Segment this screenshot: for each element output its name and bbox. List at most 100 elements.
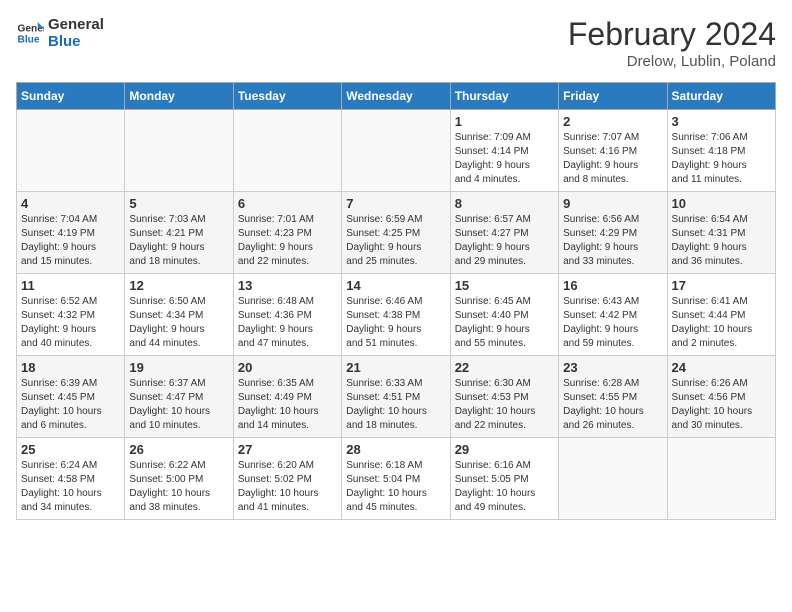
calendar-cell: 11 Sunrise: 6:52 AM Sunset: 4:32 PM Dayli…	[17, 274, 125, 356]
day-info: Sunrise: 6:30 AM Sunset: 4:53 PM Dayligh…	[455, 377, 554, 433]
calendar-cell: 21 Sunrise: 6:33 AM Sunset: 4:51 PM Dayli…	[342, 356, 450, 438]
day-number: 19	[129, 360, 228, 375]
day-info: Sunrise: 6:35 AM Sunset: 4:49 PM Dayligh…	[238, 377, 337, 433]
calendar-cell	[667, 438, 775, 520]
calendar-cell: 8Sunrise: 6:57 AM Sunset: 4:27 PM Daylig…	[450, 192, 558, 274]
day-number: 26	[129, 442, 228, 457]
day-info: Sunrise: 6:45 AM Sunset: 4:40 PM Dayligh…	[455, 295, 554, 351]
day-number: 13	[238, 278, 337, 293]
calendar-cell: 15Sunrise: 6:45 AM Sunset: 4:40 PM Dayli…	[450, 274, 558, 356]
day-number: 6	[238, 196, 337, 211]
day-info: Sunrise: 6:16 AM Sunset: 5:05 PM Dayligh…	[455, 459, 554, 515]
calendar-cell: 9 Sunrise: 6:56 AM Sunset: 4:29 PM Daylig…	[559, 192, 667, 274]
calendar-header-row: SundayMondayTuesdayWednesdayThursdayFrid…	[17, 83, 776, 110]
calendar-cell: 22Sunrise: 6:30 AM Sunset: 4:53 PM Dayli…	[450, 356, 558, 438]
calendar-cell: 4 Sunrise: 7:04 AM Sunset: 4:19 PM Daylig…	[17, 192, 125, 274]
day-number: 2	[563, 114, 662, 129]
calendar-table: SundayMondayTuesdayWednesdayThursdayFrid…	[16, 82, 776, 520]
calendar-cell: 6 Sunrise: 7:01 AM Sunset: 4:23 PM Daylig…	[233, 192, 341, 274]
month-title: February 2024	[568, 16, 776, 53]
header-sunday: Sunday	[17, 83, 125, 110]
calendar-week-2: 4 Sunrise: 7:04 AM Sunset: 4:19 PM Daylig…	[17, 192, 776, 274]
day-number: 14	[346, 278, 445, 293]
calendar-cell: 5Sunrise: 7:03 AM Sunset: 4:21 PM Daylig…	[125, 192, 233, 274]
day-info: Sunrise: 6:41 AM Sunset: 4:44 PM Dayligh…	[672, 295, 771, 351]
day-number: 21	[346, 360, 445, 375]
day-info: Sunrise: 6:48 AM Sunset: 4:36 PM Dayligh…	[238, 295, 337, 351]
calendar-cell: 17 Sunrise: 6:41 AM Sunset: 4:44 PM Dayli…	[667, 274, 775, 356]
header-monday: Monday	[125, 83, 233, 110]
day-info: Sunrise: 6:28 AM Sunset: 4:55 PM Dayligh…	[563, 377, 662, 433]
calendar-cell: 18 Sunrise: 6:39 AM Sunset: 4:45 PM Dayli…	[17, 356, 125, 438]
day-info: Sunrise: 7:03 AM Sunset: 4:21 PM Dayligh…	[129, 213, 228, 269]
calendar-cell: 25Sunrise: 6:24 AM Sunset: 4:58 PM Dayli…	[17, 438, 125, 520]
calendar-cell	[559, 438, 667, 520]
logo-line1: General	[48, 16, 104, 33]
day-info: Sunrise: 6:26 AM Sunset: 4:56 PM Dayligh…	[672, 377, 771, 433]
logo-line2: Blue	[48, 33, 104, 50]
header-saturday: Saturday	[667, 83, 775, 110]
day-info: Sunrise: 6:20 AM Sunset: 5:02 PM Dayligh…	[238, 459, 337, 515]
day-info: Sunrise: 6:50 AM Sunset: 4:34 PM Dayligh…	[129, 295, 228, 351]
day-number: 9	[563, 196, 662, 211]
calendar-week-3: 11 Sunrise: 6:52 AM Sunset: 4:32 PM Dayli…	[17, 274, 776, 356]
day-info: Sunrise: 6:22 AM Sunset: 5:00 PM Dayligh…	[129, 459, 228, 515]
day-number: 16	[563, 278, 662, 293]
day-info: Sunrise: 6:33 AM Sunset: 4:51 PM Dayligh…	[346, 377, 445, 433]
day-number: 7	[346, 196, 445, 211]
calendar-week-4: 18 Sunrise: 6:39 AM Sunset: 4:45 PM Dayli…	[17, 356, 776, 438]
calendar-cell: 7 Sunrise: 6:59 AM Sunset: 4:25 PM Daylig…	[342, 192, 450, 274]
header-tuesday: Tuesday	[233, 83, 341, 110]
day-number: 17	[672, 278, 771, 293]
day-info: Sunrise: 7:09 AM Sunset: 4:14 PM Dayligh…	[455, 131, 554, 187]
day-info: Sunrise: 6:39 AM Sunset: 4:45 PM Dayligh…	[21, 377, 120, 433]
calendar-cell: 2 Sunrise: 7:07 AM Sunset: 4:16 PM Daylig…	[559, 110, 667, 192]
calendar-cell: 28Sunrise: 6:18 AM Sunset: 5:04 PM Dayli…	[342, 438, 450, 520]
day-number: 24	[672, 360, 771, 375]
day-number: 11	[21, 278, 120, 293]
day-info: Sunrise: 6:37 AM Sunset: 4:47 PM Dayligh…	[129, 377, 228, 433]
location-subtitle: Drelow, Lublin, Poland	[568, 53, 776, 70]
day-info: Sunrise: 6:59 AM Sunset: 4:25 PM Dayligh…	[346, 213, 445, 269]
logo-icon: General Blue	[16, 19, 44, 47]
calendar-week-1: 1 Sunrise: 7:09 AM Sunset: 4:14 PM Daylig…	[17, 110, 776, 192]
day-info: Sunrise: 7:01 AM Sunset: 4:23 PM Dayligh…	[238, 213, 337, 269]
calendar-week-5: 25Sunrise: 6:24 AM Sunset: 4:58 PM Dayli…	[17, 438, 776, 520]
calendar-cell: 27Sunrise: 6:20 AM Sunset: 5:02 PM Dayli…	[233, 438, 341, 520]
day-number: 20	[238, 360, 337, 375]
day-info: Sunrise: 6:56 AM Sunset: 4:29 PM Dayligh…	[563, 213, 662, 269]
day-info: Sunrise: 6:52 AM Sunset: 4:32 PM Dayligh…	[21, 295, 120, 351]
calendar-cell: 14 Sunrise: 6:46 AM Sunset: 4:38 PM Dayli…	[342, 274, 450, 356]
day-number: 3	[672, 114, 771, 129]
calendar-cell: 12Sunrise: 6:50 AM Sunset: 4:34 PM Dayli…	[125, 274, 233, 356]
day-number: 4	[21, 196, 120, 211]
svg-text:Blue: Blue	[18, 34, 40, 45]
day-number: 18	[21, 360, 120, 375]
calendar-cell: 19 Sunrise: 6:37 AM Sunset: 4:47 PM Dayli…	[125, 356, 233, 438]
calendar-cell: 13 Sunrise: 6:48 AM Sunset: 4:36 PM Dayli…	[233, 274, 341, 356]
calendar-cell: 10 Sunrise: 6:54 AM Sunset: 4:31 PM Dayli…	[667, 192, 775, 274]
day-info: Sunrise: 6:46 AM Sunset: 4:38 PM Dayligh…	[346, 295, 445, 351]
day-info: Sunrise: 6:18 AM Sunset: 5:04 PM Dayligh…	[346, 459, 445, 515]
page-header: General Blue General Blue February 2024 …	[16, 16, 776, 70]
calendar-cell: 23Sunrise: 6:28 AM Sunset: 4:55 PM Dayli…	[559, 356, 667, 438]
calendar-cell: 20 Sunrise: 6:35 AM Sunset: 4:49 PM Dayli…	[233, 356, 341, 438]
calendar-cell	[342, 110, 450, 192]
day-info: Sunrise: 6:43 AM Sunset: 4:42 PM Dayligh…	[563, 295, 662, 351]
day-info: Sunrise: 7:07 AM Sunset: 4:16 PM Dayligh…	[563, 131, 662, 187]
calendar-cell: 24 Sunrise: 6:26 AM Sunset: 4:56 PM Dayli…	[667, 356, 775, 438]
day-number: 1	[455, 114, 554, 129]
calendar-cell	[125, 110, 233, 192]
logo: General Blue General Blue	[16, 16, 104, 50]
day-number: 29	[455, 442, 554, 457]
day-number: 10	[672, 196, 771, 211]
header-wednesday: Wednesday	[342, 83, 450, 110]
calendar-cell	[233, 110, 341, 192]
header-friday: Friday	[559, 83, 667, 110]
day-info: Sunrise: 7:04 AM Sunset: 4:19 PM Dayligh…	[21, 213, 120, 269]
calendar-cell: 26 Sunrise: 6:22 AM Sunset: 5:00 PM Dayli…	[125, 438, 233, 520]
day-number: 8	[455, 196, 554, 211]
day-info: Sunrise: 6:54 AM Sunset: 4:31 PM Dayligh…	[672, 213, 771, 269]
calendar-cell	[17, 110, 125, 192]
day-info: Sunrise: 7:06 AM Sunset: 4:18 PM Dayligh…	[672, 131, 771, 187]
